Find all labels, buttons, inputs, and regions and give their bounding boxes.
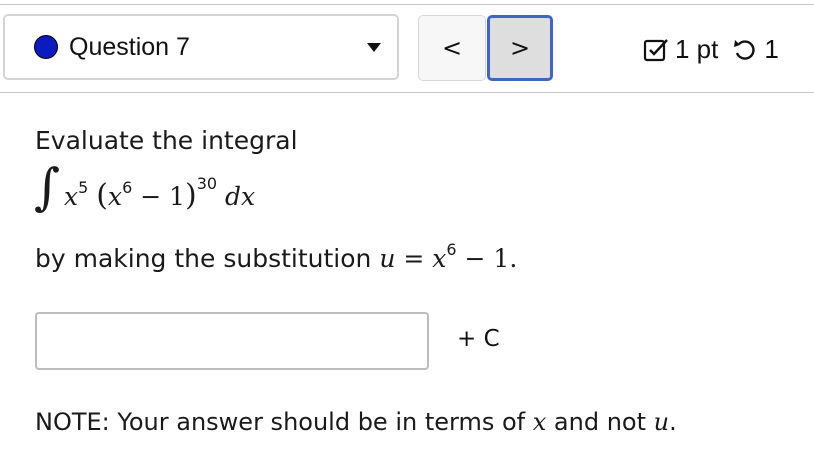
points-label: 1 pt bbox=[675, 34, 719, 64]
integral-sign-icon: ∫ bbox=[34, 158, 61, 216]
substitution-sentence: by making the substitution u = x6 − 1. bbox=[35, 240, 518, 273]
checkbox-icon bbox=[643, 38, 668, 61]
answer-note: NOTE: Your answer should be in terms of … bbox=[35, 408, 677, 436]
chevron-right-icon: > bbox=[509, 34, 531, 62]
question-label: Question 7 bbox=[69, 32, 190, 61]
status-dot-icon bbox=[34, 35, 58, 59]
answer-input[interactable] bbox=[35, 312, 429, 370]
chevron-left-icon: < bbox=[441, 34, 463, 62]
header-divider bbox=[0, 92, 814, 93]
constant-label: + C bbox=[457, 326, 500, 352]
attempts-count: 1 bbox=[764, 34, 779, 64]
score-info: 1 pt 1 bbox=[643, 34, 779, 65]
previous-question-button[interactable]: < bbox=[418, 15, 486, 81]
next-question-button[interactable]: > bbox=[487, 15, 553, 81]
dropdown-caret-icon bbox=[367, 43, 381, 52]
integral-expression: ∫ x5 (x6 − 1)30 dx bbox=[30, 158, 330, 220]
integrand: x5 (x6 − 1)30 dx bbox=[64, 174, 256, 213]
question-prompt: Evaluate the integral bbox=[35, 126, 298, 155]
retry-icon bbox=[734, 39, 756, 60]
top-divider bbox=[0, 4, 814, 5]
question-selector[interactable]: Question 7 bbox=[3, 14, 399, 80]
